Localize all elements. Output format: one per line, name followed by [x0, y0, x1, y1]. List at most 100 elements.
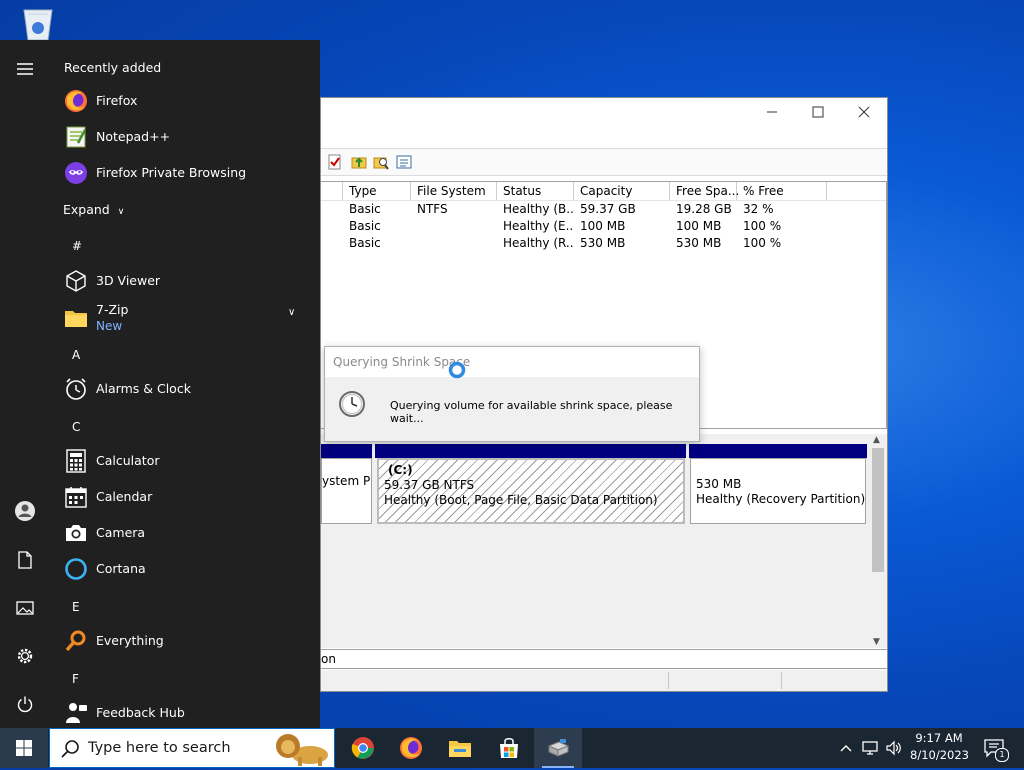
partition-header-bar [689, 444, 867, 458]
section-letter[interactable]: E [72, 600, 80, 614]
cell-free-space: 100 MB [676, 219, 722, 233]
cell-status: Healthy (B... [503, 202, 574, 216]
user-account-icon[interactable] [14, 500, 36, 522]
cell-type: Basic [349, 202, 381, 216]
start-item-feedback-hub[interactable]: Feedback Hub [50, 695, 320, 728]
system-partition[interactable]: ystem P [321, 458, 372, 524]
cell-free-space: 19.28 GB [676, 202, 732, 216]
partition-status: Healthy (Recovery Partition) [696, 492, 866, 506]
scroll-up-icon[interactable]: ▲ [873, 435, 880, 445]
c-drive-partition[interactable]: (C:) 59.37 GB NTFS Healthy (Boot, Page F… [377, 458, 685, 524]
properties-check-icon[interactable] [327, 154, 343, 170]
chevron-down-icon[interactable]: ∨ [288, 307, 295, 318]
file-explorer-icon [449, 741, 471, 757]
taskbar-search-box[interactable]: Type here to search [49, 728, 335, 768]
taskbar-disk-management[interactable] [534, 728, 582, 768]
section-letter[interactable]: # [72, 239, 82, 253]
action-center-icon[interactable]: 1 [982, 738, 1009, 762]
partition-label: ystem P [322, 474, 371, 488]
column-header-volume[interactable] [321, 182, 343, 200]
hamburger-menu-icon[interactable] [14, 58, 36, 80]
close-button[interactable] [841, 98, 887, 126]
start-item-calculator[interactable]: Calculator [50, 443, 320, 479]
scrollbar-thumb[interactable] [872, 448, 884, 572]
cell-capacity: 59.37 GB [580, 202, 636, 216]
start-item-label: Alarms & Clock [96, 381, 191, 396]
clock-date: 8/10/2023 [910, 748, 969, 762]
section-letter[interactable]: F [72, 672, 79, 686]
expand-button[interactable]: Expand ∨ [63, 202, 124, 217]
volume-speaker-icon[interactable] [884, 738, 904, 758]
scroll-down-icon[interactable]: ▼ [873, 637, 880, 647]
maximize-button[interactable] [795, 98, 841, 126]
start-button[interactable] [0, 728, 48, 768]
network-icon[interactable] [860, 738, 880, 758]
documents-icon[interactable] [14, 549, 36, 571]
cell-free-space: 530 MB [676, 236, 722, 250]
search-icon [60, 739, 80, 762]
toolbar [321, 148, 887, 176]
cell-filesystem [411, 235, 497, 252]
store-icon [500, 738, 518, 758]
partition-size: 59.37 GB NTFS [384, 478, 475, 492]
graph-vertical-scrollbar[interactable]: ▲ ▼ [870, 434, 886, 648]
start-item-label: Feedback Hub [96, 705, 185, 720]
pictures-icon[interactable] [14, 597, 36, 619]
start-item-notepadpp[interactable]: Notepad++ [50, 119, 320, 155]
column-header-type[interactable]: Type [343, 182, 411, 200]
cell-capacity: 530 MB [580, 236, 626, 250]
start-item-label: Firefox Private Browsing [96, 165, 247, 180]
table-row[interactable]: Basic NTFS Healthy (B... 59.37 GB 19.28 … [321, 201, 886, 218]
cell-percent-free: 32 % [743, 202, 774, 216]
dialog-title: Querying Shrink Space [325, 347, 699, 377]
section-letter[interactable]: C [72, 420, 80, 434]
recycle-bin-icon[interactable] [18, 6, 58, 42]
start-item-label: Firefox [96, 93, 138, 108]
start-item-firefox-private[interactable]: Firefox Private Browsing [50, 155, 320, 191]
power-icon[interactable] [14, 693, 36, 715]
column-header-percent-free[interactable]: % Free [737, 182, 827, 200]
taskbar-microsoft-store[interactable] [485, 728, 533, 768]
firefox-icon [400, 737, 422, 759]
cell-capacity: 100 MB [580, 219, 626, 233]
show-hidden-icons-chevron-icon[interactable] [836, 738, 856, 758]
minimize-button[interactable] [749, 98, 795, 126]
view-list-icon[interactable] [396, 154, 412, 170]
recovery-partition[interactable]: 530 MB Healthy (Recovery Partition) [690, 458, 866, 524]
folder-up-icon[interactable] [351, 154, 367, 170]
start-item-everything[interactable]: Everything [50, 623, 320, 659]
start-item-alarms-clock[interactable]: Alarms & Clock [50, 371, 320, 407]
taskbar-file-explorer[interactable] [436, 728, 484, 768]
start-item-cortana[interactable]: Cortana [50, 551, 320, 587]
settings-gear-icon[interactable] [14, 645, 36, 667]
column-header-capacity[interactable]: Capacity [574, 182, 670, 200]
taskbar-chrome[interactable] [339, 728, 387, 768]
column-header-free-space[interactable]: Free Spa... [670, 182, 739, 200]
cell-percent-free: 100 % [743, 236, 782, 250]
start-item-label: Calculator [96, 453, 160, 468]
folder-icon [64, 306, 88, 330]
column-header-status[interactable]: Status [497, 182, 574, 200]
start-rail [0, 40, 50, 728]
partition-title: (C:) [388, 463, 413, 477]
column-header-filesystem[interactable]: File System [411, 182, 497, 200]
start-item-3d-viewer[interactable]: 3D Viewer [50, 263, 320, 299]
table-row[interactable]: Basic Healthy (R... 530 MB 530 MB 100 % [321, 235, 886, 252]
taskbar-firefox[interactable] [387, 728, 435, 768]
start-item-7zip[interactable]: 7-Zip New ∨ [50, 299, 320, 337]
taskbar-clock[interactable]: 9:17 AM 8/10/2023 [910, 730, 969, 764]
section-letter[interactable]: A [72, 348, 80, 362]
table-row[interactable]: Basic Healthy (E... 100 MB 100 MB 100 % [321, 218, 886, 235]
start-item-firefox[interactable]: Firefox [50, 83, 320, 119]
start-item-calendar[interactable]: Calendar [50, 479, 320, 515]
recently-added-heading: Recently added [64, 60, 162, 75]
search-highlight-lion-icon [268, 731, 332, 770]
folder-search-icon[interactable] [373, 154, 389, 170]
cell-filesystem [411, 218, 497, 235]
windows-logo-icon [16, 740, 32, 756]
column-headers: Type File System Status Capacity Free Sp… [321, 182, 886, 201]
start-item-camera[interactable]: Camera [50, 515, 320, 551]
start-menu: Recently added Firefox Notepad++ Firefox… [0, 40, 320, 728]
cortana-icon [64, 557, 88, 581]
status-separator [781, 672, 782, 689]
